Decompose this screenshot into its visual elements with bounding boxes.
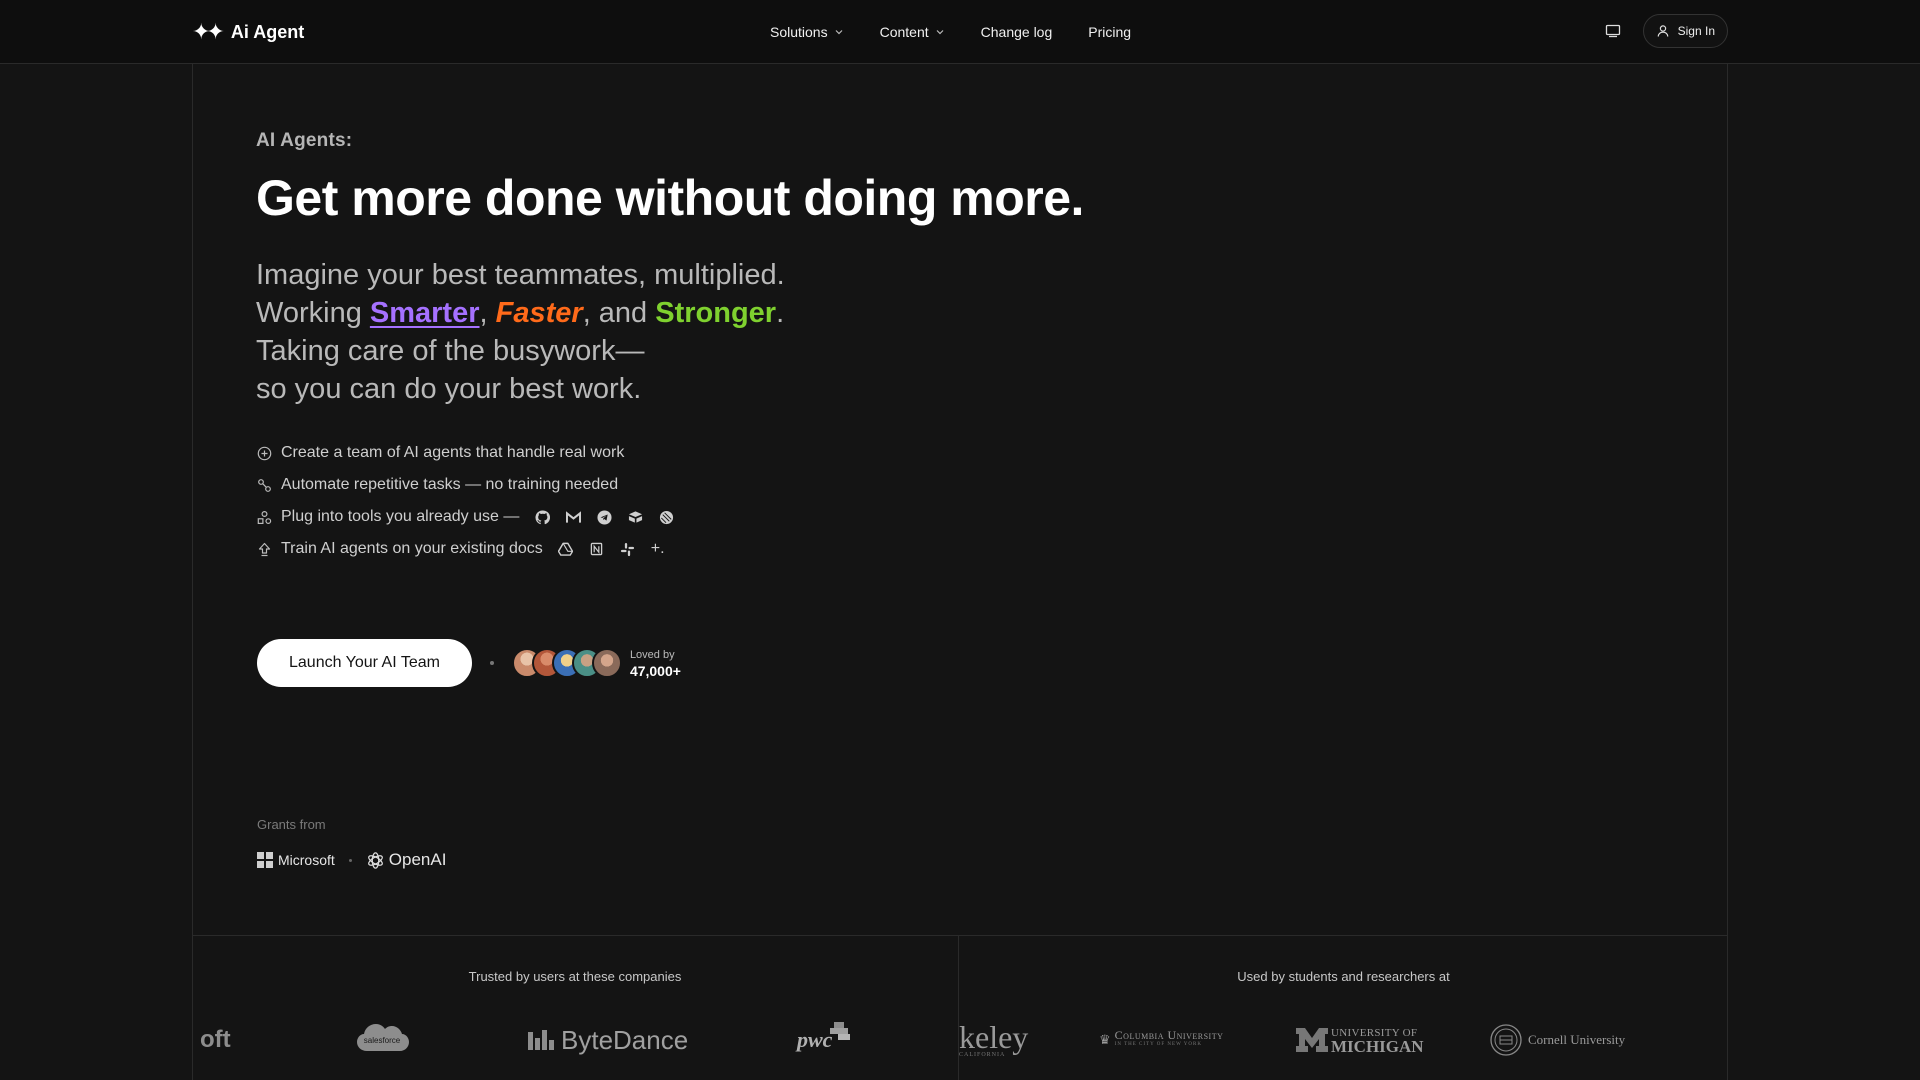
social-proof: Loved by 47,000+: [630, 647, 681, 679]
subtitle-and: , and: [582, 297, 656, 329]
feature-text: Train AI agents on your existing docs: [281, 540, 543, 557]
openai-logo: OpenAI: [366, 850, 447, 870]
chevron-down-icon: [936, 30, 944, 35]
subtitle-working: Working: [256, 297, 370, 329]
cornell-seal-icon: [1490, 1024, 1522, 1056]
feature-list: Create a team of AI agents that handle r…: [256, 437, 674, 565]
berkeley-label: keley: [959, 1019, 1029, 1055]
separator-dot: [489, 661, 494, 665]
notion-icon: [589, 541, 605, 557]
launch-ai-team-button[interactable]: Launch Your AI Team: [257, 639, 472, 687]
feature-item: Automate repetitive tasks — no training …: [256, 469, 674, 501]
universities-caption: Used by students and researchers at: [1237, 969, 1450, 984]
hero-section: AI Agents: Get more done without doing m…: [256, 130, 1356, 408]
block-m-icon: [1296, 1028, 1328, 1052]
user-avatars: [511, 648, 622, 678]
sign-in-button[interactable]: Sign In: [1642, 14, 1728, 48]
salesforce-logo: salesforce: [355, 1018, 409, 1062]
telegram-icon: [596, 509, 612, 525]
main-menu: Solutions Content Change log Pricing: [770, 0, 1131, 64]
microsoft-icon: [257, 852, 273, 868]
brand-name: Ai Agent: [230, 22, 305, 42]
menu-solutions[interactable]: Solutions: [770, 24, 844, 40]
workflow-icon: [256, 477, 272, 493]
monitor-icon[interactable]: [1603, 21, 1623, 41]
more-integrations: +.: [650, 540, 665, 557]
subtitle-comma: ,: [479, 297, 496, 329]
subtitle-line-2: Working Smarter, Faster, and Stronger.: [256, 294, 1356, 332]
plus-circle-icon: [256, 445, 272, 461]
feature-item: Train AI agents on your existing docs +.: [256, 533, 674, 565]
top-navbar: ✦✦ Ai Agent Solutions Content Change log…: [0, 0, 1920, 64]
separator-dot: [348, 858, 352, 862]
salesforce-label: salesforce: [363, 1035, 401, 1045]
menu-pricing[interactable]: Pricing: [1088, 24, 1131, 40]
grants-section: Grants from Microsoft OpenAI: [257, 817, 446, 870]
feature-text: Create a team of AI agents that handle r…: [281, 444, 625, 461]
grants-logos: Microsoft OpenAI: [257, 850, 446, 870]
stronger-word: Stronger: [655, 297, 777, 329]
shapes-icon: [256, 509, 272, 525]
github-icon: [534, 509, 550, 525]
universities: Used by students and researchers at kele…: [959, 936, 1728, 1080]
nav-actions: Sign In: [1603, 14, 1728, 48]
michigan-bottom: MICHIGAN: [1331, 1037, 1424, 1056]
subtitle-line-4: so you can do your best work.: [256, 373, 642, 405]
linear-icon: [658, 509, 674, 525]
upload-icon: [256, 541, 272, 557]
cta-row: Launch Your AI Team Loved by 47,000+: [257, 639, 681, 687]
feature-text: Automate repetitive tasks — no training …: [281, 476, 619, 493]
berkeley-partial-logo: keley CALIFORNIA: [959, 1018, 1028, 1062]
berkeley-sublabel: CALIFORNIA: [959, 1052, 1006, 1058]
logo-strip-section: Trusted by users at these companies oft …: [192, 935, 1728, 1080]
columbia-logo: ♛ Columbia University IN THE CITY OF NEW…: [1099, 1018, 1223, 1062]
columbia-sublabel: IN THE CITY OF NEW YORK: [1114, 1042, 1202, 1047]
gmail-icon: [565, 509, 581, 525]
grants-label: Grants from: [257, 817, 326, 832]
sparkle-logo-icon: ✦✦: [192, 19, 225, 44]
brand-logo[interactable]: ✦✦ Ai Agent: [192, 18, 304, 46]
slack-icon: [620, 541, 636, 557]
menu-solutions-label: Solutions: [770, 24, 828, 40]
feature-item: Create a team of AI agents that handle r…: [256, 437, 674, 469]
chevron-down-icon: [835, 30, 843, 35]
faster-word: Faster: [495, 297, 583, 329]
loved-by-count: 47,000+: [629, 663, 681, 679]
trusted-caption: Trusted by users at these companies: [468, 969, 682, 984]
openai-icon: [367, 851, 383, 869]
pwc-label: pwc: [797, 1027, 833, 1052]
subtitle-line-3: Taking care of the busywork—: [256, 335, 645, 367]
feature-item: Plug into tools you already use —: [256, 501, 674, 533]
columbia-label: Columbia University: [1114, 1028, 1224, 1042]
pwc-logo: pwc: [797, 1018, 852, 1062]
michigan-logo: UNIVERSITY OF MICHIGAN: [1295, 1018, 1424, 1062]
bytedance-label: ByteDance: [561, 1024, 689, 1055]
microsoft-logo: Microsoft: [257, 852, 335, 868]
openai-label: OpenAI: [388, 850, 447, 869]
airtable-icon: [627, 509, 643, 525]
cornell-logo: Cornell University: [1490, 1018, 1625, 1062]
subtitle-period: .: [776, 297, 785, 329]
sign-in-label: Sign In: [1677, 24, 1715, 38]
menu-change-log[interactable]: Change log: [981, 24, 1053, 40]
trusted-companies: Trusted by users at these companies oft …: [192, 936, 959, 1080]
bytedance-logo: ByteDance: [527, 1018, 688, 1062]
smarter-link[interactable]: Smarter: [370, 297, 480, 329]
google-drive-icon: [558, 541, 574, 557]
avatar: [591, 648, 622, 678]
hero-subtitle: Imagine your best teammates, multiplied.…: [256, 256, 1356, 408]
hero-eyebrow: AI Agents:: [256, 130, 353, 151]
loved-by-label: Loved by: [629, 649, 675, 661]
menu-content-label: Content: [879, 24, 929, 40]
crown-icon: ♛: [1099, 1032, 1111, 1047]
menu-content[interactable]: Content: [880, 24, 945, 40]
cornell-label: Cornell University: [1528, 1032, 1626, 1047]
hero-headline: Get more done without doing more.: [256, 170, 1084, 226]
microsoft-label: Microsoft: [278, 852, 335, 868]
microsoft-partial-logo: oft: [200, 1026, 231, 1053]
feature-text: Plug into tools you already use —: [281, 508, 520, 525]
subtitle-line-1: Imagine your best teammates, multiplied.: [256, 259, 785, 291]
user-icon: [1657, 25, 1669, 37]
